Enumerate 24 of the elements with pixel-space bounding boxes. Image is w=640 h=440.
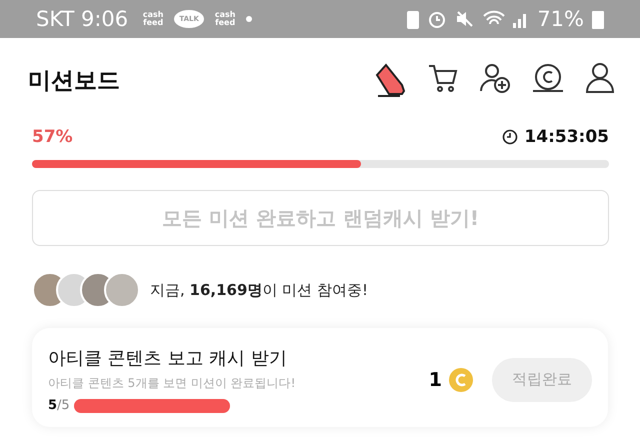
coin-icon	[448, 366, 474, 392]
add-user-icon[interactable]	[480, 63, 510, 93]
progress-percent: 57%	[32, 127, 73, 147]
carrier-time: SKT 9:06	[36, 7, 128, 31]
coin-icon[interactable]	[532, 63, 564, 93]
participants-text: 지금, 16,169명이 미션 참여중!	[150, 280, 368, 300]
cart-icon[interactable]	[428, 63, 458, 93]
battery-icon	[592, 9, 604, 29]
user-icon[interactable]	[586, 63, 614, 93]
mission-title: 아티클 콘텐츠 보고 캐시 받기	[48, 347, 288, 370]
mission-count: 5/5	[48, 398, 70, 413]
page-title: 미션보드	[28, 66, 121, 96]
dot-icon	[246, 16, 252, 22]
notification-icon: cash feed	[212, 11, 238, 27]
clock-icon	[502, 129, 518, 145]
alarm-icon	[427, 9, 448, 29]
sneaker-icon[interactable]	[374, 63, 406, 97]
reward-amount: 1	[428, 368, 442, 390]
mute-icon	[455, 9, 476, 29]
battery-percent: 71%	[537, 7, 584, 31]
battery-saver-icon	[407, 9, 420, 29]
countdown-timer: 14:53:05	[524, 127, 609, 147]
mission-description: 아티클 콘텐츠 5개를 보면 미션이 완료됩니다!	[48, 375, 297, 392]
notification-icon: cash feed	[140, 11, 166, 27]
